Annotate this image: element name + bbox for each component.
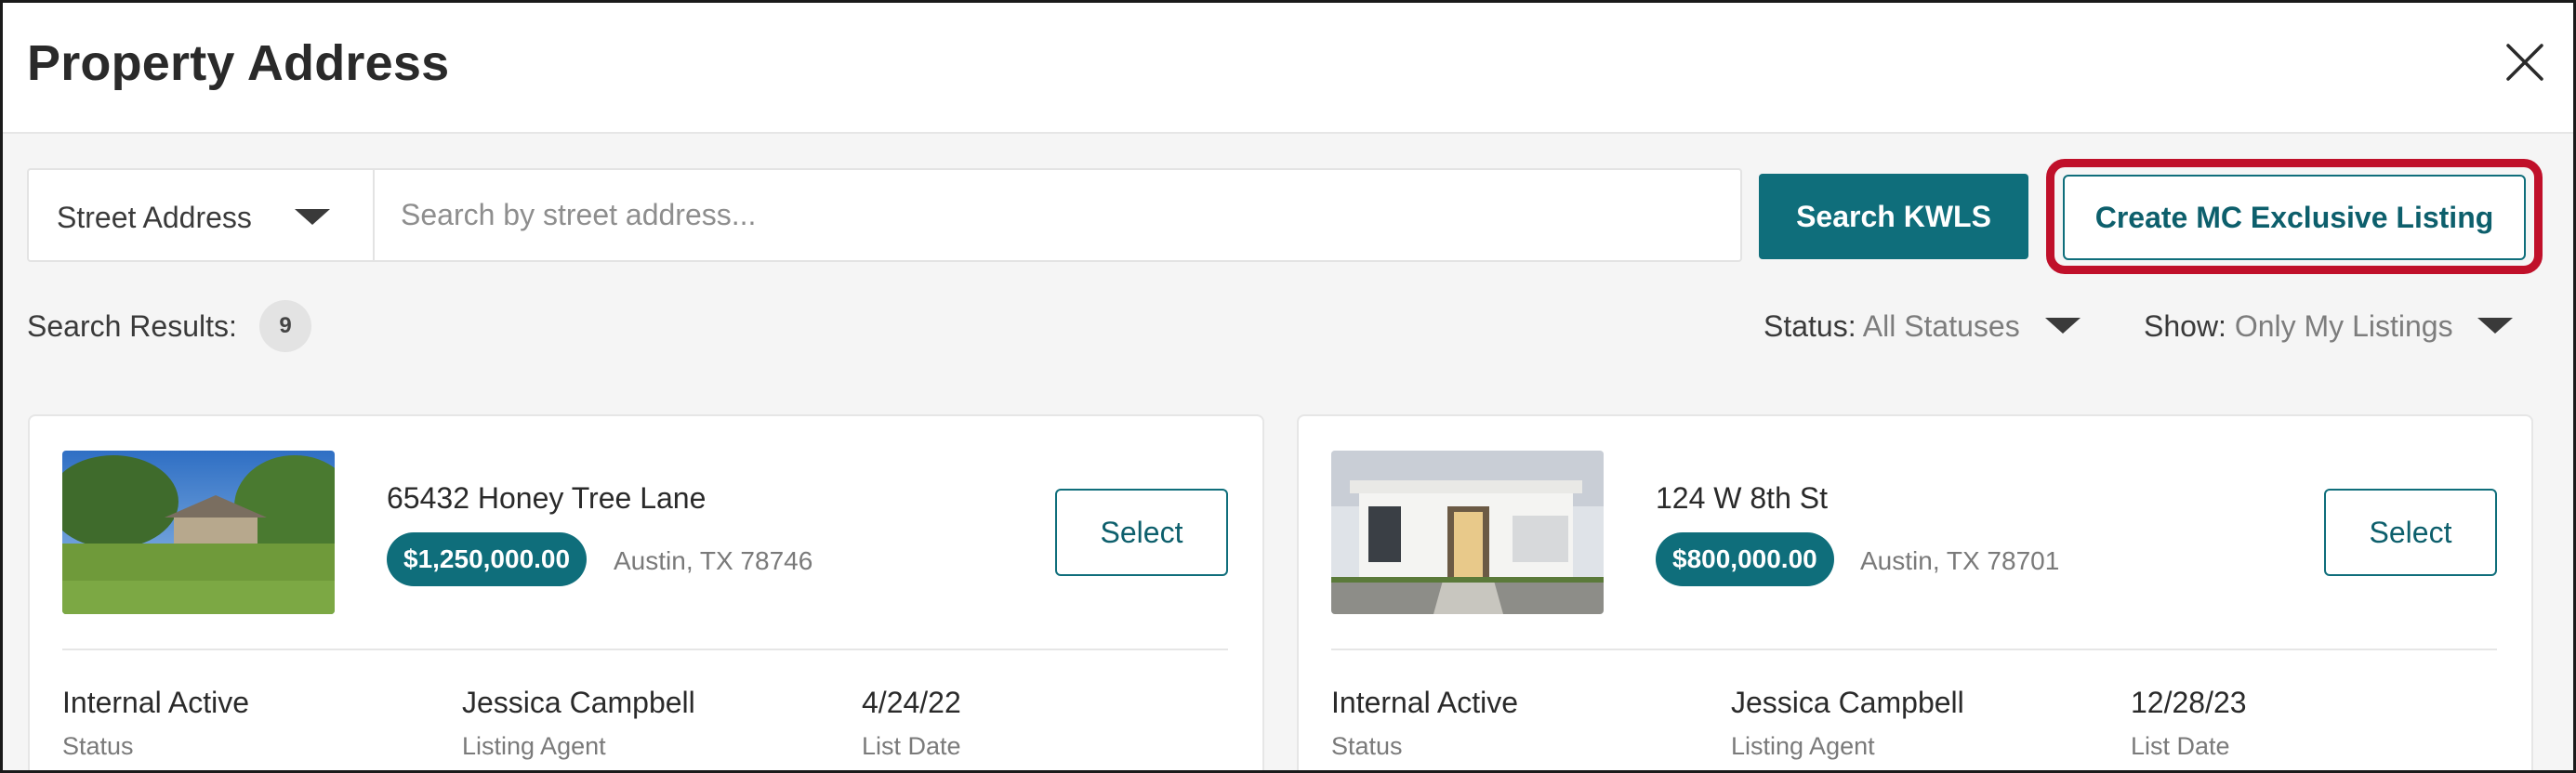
search-results-label: Search Results:: [27, 309, 237, 343]
select-listing-button[interactable]: Select: [2324, 489, 2497, 576]
listing-price-badge: $1,250,000.00: [387, 532, 588, 586]
create-mc-exclusive-listing-button[interactable]: Create MC Exclusive Listing: [2063, 175, 2526, 260]
listing-status-value: Internal Active: [1331, 686, 1518, 719]
listing-card: 124 W 8th St $800,000.00 Austin, TX 7870…: [1297, 414, 2533, 770]
listing-date-label: List Date: [2131, 732, 2230, 760]
search-results-count-badge: 9: [259, 300, 311, 352]
address-type-label: Street Address: [57, 201, 252, 234]
listing-card: 65432 Honey Tree Lane $1,250,000.00 Aust…: [28, 414, 1264, 770]
caret-down-icon: [2044, 318, 2081, 334]
property-photo: [62, 451, 335, 614]
listing-status-value: Internal Active: [62, 686, 249, 719]
status-filter-dropdown[interactable]: Status: All Statuses: [1764, 309, 2081, 344]
property-photo: [1331, 451, 1604, 614]
close-icon: [2506, 44, 2543, 81]
status-filter-value: All Statuses: [1862, 309, 2020, 343]
select-listing-button[interactable]: Select: [1055, 489, 1228, 576]
listing-status-label: Status: [62, 732, 134, 760]
caret-down-icon: [295, 209, 330, 225]
caret-down-icon: [2477, 318, 2514, 334]
show-filter-dropdown[interactable]: Show: Only My Listings: [2144, 309, 2514, 344]
close-button[interactable]: [2503, 40, 2547, 85]
listing-agent-label: Listing Agent: [1731, 732, 1875, 760]
listing-street-address: 65432 Honey Tree Lane: [387, 481, 707, 515]
listing-date-value: 12/28/23: [2131, 686, 2247, 719]
show-filter-label: Show:: [2144, 309, 2226, 343]
property-address-dialog: Property Address Street Address Search K…: [0, 0, 2576, 773]
listing-agent-label: Listing Agent: [462, 732, 606, 760]
listing-street-address: 124 W 8th St: [1656, 481, 1828, 515]
listing-agent-value: Jessica Campbell: [462, 686, 695, 719]
street-address-search-input[interactable]: [375, 168, 1742, 262]
listing-status-label: Status: [1331, 732, 1403, 760]
listing-city: Austin, TX 78701: [1860, 546, 2060, 575]
show-filter-value: Only My Listings: [2234, 309, 2453, 343]
card-divider: [62, 649, 1228, 650]
dialog-title: Property Address: [27, 35, 450, 91]
status-filter-label: Status:: [1764, 309, 1856, 343]
card-divider: [1331, 649, 2497, 650]
listing-city: Austin, TX 78746: [614, 546, 813, 575]
listing-price-badge: $800,000.00: [1656, 532, 1834, 586]
listing-date-value: 4/24/22: [862, 686, 961, 719]
address-type-dropdown[interactable]: Street Address: [27, 168, 375, 262]
search-kwls-button[interactable]: Search KWLS: [1759, 174, 2028, 259]
listing-date-label: List Date: [862, 732, 961, 760]
listing-agent-value: Jessica Campbell: [1731, 686, 1964, 719]
dialog-header: Property Address: [3, 3, 2573, 134]
